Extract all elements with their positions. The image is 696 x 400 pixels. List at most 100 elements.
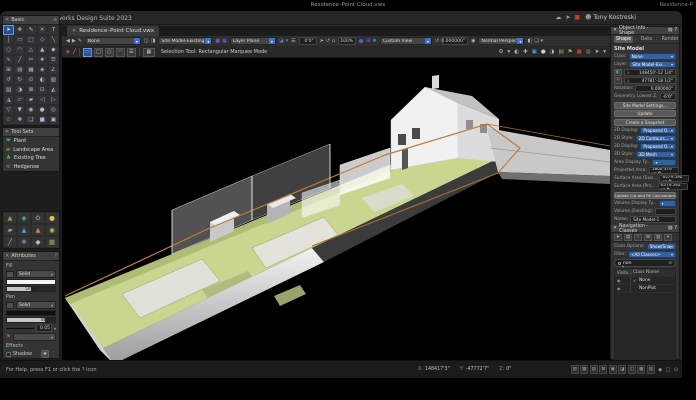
basic-tool[interactable]: ▱ bbox=[14, 95, 25, 105]
status-mode-icon[interactable]: □ bbox=[666, 367, 671, 373]
viewbar-more-icon[interactable]: ▾ bbox=[541, 38, 544, 44]
basic-tool[interactable]: ▨ bbox=[3, 85, 14, 95]
basic-tool[interactable]: ◮ bbox=[3, 95, 14, 105]
basic-tool[interactable]: ◑ bbox=[14, 85, 25, 95]
class-filter-select[interactable]: <All Classes>▾ bbox=[628, 251, 676, 258]
render-settings-icon[interactable]: ⚙ bbox=[499, 49, 504, 55]
record-badge-icon[interactable]: ■ bbox=[574, 14, 580, 21]
saved-view-select[interactable]: None▾ bbox=[85, 37, 141, 45]
nav-layers-icon[interactable]: ▤ bbox=[624, 234, 632, 241]
basic-tool[interactable]: ◈ bbox=[37, 65, 48, 75]
help-icon[interactable]: ? bbox=[55, 254, 57, 259]
render-caret-icon[interactable]: ▾ bbox=[507, 49, 510, 55]
update-cut-fill-button[interactable]: Update Cut and Fill Calculations bbox=[614, 192, 676, 199]
basic-tool[interactable]: ✕ bbox=[37, 25, 48, 35]
multi-view-icon[interactable]: ❏ bbox=[534, 38, 538, 44]
basic-tool[interactable]: │ bbox=[3, 35, 14, 45]
view-options-icon[interactable]: ◨ bbox=[151, 38, 156, 44]
basic-tool[interactable]: ▰ bbox=[25, 95, 36, 105]
tab-shape[interactable]: Shape bbox=[614, 36, 633, 43]
basic-tool[interactable]: ○ bbox=[3, 45, 14, 55]
shadow-toggle-icon[interactable]: ◐ bbox=[514, 49, 519, 55]
pen-swatch[interactable] bbox=[6, 302, 14, 309]
basic-tool[interactable]: ⊡ bbox=[37, 85, 48, 95]
basic-tool[interactable]: ↺ bbox=[3, 75, 14, 85]
basic-tool[interactable]: ◇ bbox=[37, 35, 48, 45]
interactive-scale-icon[interactable]: ◈ bbox=[66, 49, 70, 55]
visibility-icon[interactable]: ◉ bbox=[617, 278, 621, 283]
zoom-toggle[interactable] bbox=[359, 39, 363, 43]
circle-marquee-mode[interactable]: ○ bbox=[105, 48, 114, 57]
current-view-select[interactable]: Custom View▾ bbox=[380, 37, 432, 45]
oip-select[interactable]: ▾ bbox=[652, 159, 676, 166]
status-tool-icon[interactable]: ▧ bbox=[571, 365, 579, 374]
basic-tool[interactable]: ⊞ bbox=[3, 65, 14, 75]
landscape-tool[interactable]: ✿ bbox=[31, 212, 45, 224]
help-icon[interactable]: ? bbox=[674, 28, 677, 33]
more-modes-icon[interactable]: ▾ bbox=[603, 49, 606, 55]
square-marquee-mode[interactable]: □ bbox=[94, 48, 103, 57]
camera-icon[interactable]: ◎ bbox=[586, 49, 591, 55]
landscape-tool[interactable]: ▲ bbox=[31, 224, 45, 236]
help-icon[interactable]: ? bbox=[674, 226, 677, 231]
status-tool-icon[interactable]: ◪ bbox=[618, 365, 626, 374]
oip-select[interactable]: 3D Mesh▾ bbox=[636, 151, 676, 158]
walkthrough-icon[interactable]: ➤ bbox=[595, 49, 600, 55]
fill-swatch[interactable] bbox=[6, 271, 14, 278]
attributes-header[interactable]: ✕Attributes? bbox=[3, 252, 59, 261]
rectangular-marquee-mode[interactable]: ▭ bbox=[83, 48, 92, 57]
landscape-tool[interactable]: ● bbox=[45, 212, 59, 224]
site-model-settings-button[interactable]: Site Model Settings... bbox=[614, 102, 676, 109]
basic-tool[interactable]: ☰ bbox=[48, 55, 59, 65]
object-info-header[interactable]: ✕Object Info - Shape▤? bbox=[611, 27, 679, 35]
scale-menu-icon[interactable]: ☰ bbox=[291, 38, 295, 44]
basic-palette-header[interactable]: ✕Basic≡ bbox=[3, 16, 59, 25]
basic-tool[interactable]: ◐ bbox=[37, 75, 48, 85]
updatebutton[interactable]: Update bbox=[614, 110, 676, 117]
nav-grid-icon[interactable]: ⊞ bbox=[644, 234, 652, 241]
close-icon[interactable]: ✕ bbox=[613, 226, 617, 231]
clip-cube-icon[interactable]: ◧ bbox=[527, 38, 532, 44]
basic-tool[interactable]: ● bbox=[37, 105, 48, 115]
status-mode-icon[interactable]: ⊙ bbox=[674, 367, 678, 373]
class-options-select[interactable]: Show/Snap/Modify O...▾ bbox=[647, 243, 676, 250]
tool-sets-header[interactable]: ✕Tool Sets bbox=[3, 128, 59, 137]
layer-nav-icon[interactable]: ▦ bbox=[222, 38, 227, 44]
active-layer-select[interactable]: Site Model-Existing▾ bbox=[158, 37, 212, 45]
panel-menu-icon[interactable]: ▤ bbox=[668, 28, 673, 33]
close-icon[interactable]: ✕ bbox=[5, 253, 9, 259]
class-search-field[interactable]: non ⊗ bbox=[614, 259, 676, 267]
basic-tool[interactable]: T bbox=[48, 25, 59, 35]
basic-tool[interactable]: ╲ bbox=[48, 35, 59, 45]
close-icon[interactable]: ✕ bbox=[613, 28, 617, 33]
basic-tool[interactable]: ◆ bbox=[48, 45, 59, 55]
oip-select[interactable]: Proposed O...▾ bbox=[640, 143, 676, 150]
tab-render[interactable]: Render bbox=[660, 37, 681, 42]
basic-tool[interactable]: ✎ bbox=[25, 25, 36, 35]
fill-style-select[interactable]: Solid▾ bbox=[16, 270, 56, 278]
user-account[interactable]: ☻Tony Kostreski bbox=[585, 14, 636, 21]
class-row[interactable]: ◉ ✓None bbox=[615, 277, 675, 285]
landscape-tool[interactable]: ╱ bbox=[3, 236, 17, 248]
close-icon[interactable]: ✕ bbox=[5, 17, 9, 23]
chevron-down-icon[interactable]: ▾ bbox=[54, 326, 56, 331]
working-plane-select[interactable]: Layer Plane▾ bbox=[230, 37, 276, 45]
oip-layer-select[interactable]: Site Model-Exi...▾ bbox=[629, 61, 676, 68]
navigation-header[interactable]: ✕Navigation - Classes▤? bbox=[611, 225, 679, 233]
flyover-icon[interactable]: ➤ bbox=[320, 38, 324, 44]
basic-tool[interactable]: ☆ bbox=[3, 115, 14, 125]
xy-axis-icon[interactable]: ◧ bbox=[614, 69, 622, 76]
visibility-icon[interactable]: ◉ bbox=[617, 286, 621, 291]
collapse-icon[interactable]: ✕ bbox=[5, 129, 9, 135]
class-nav-icon[interactable]: ▦ bbox=[215, 38, 220, 44]
stake-icon[interactable]: ⚑ bbox=[568, 49, 573, 55]
basic-tool[interactable]: △ bbox=[25, 45, 36, 55]
status-tool-icon[interactable]: ⊠ bbox=[599, 365, 607, 374]
pen-style-select[interactable]: Solid▾ bbox=[16, 301, 56, 309]
render-style-icon[interactable]: ● bbox=[541, 49, 546, 55]
lowest-z-value[interactable]: -6'0" bbox=[660, 93, 676, 100]
plane-caret-icon[interactable]: ▾ bbox=[286, 38, 289, 44]
basic-tool[interactable]: ■ bbox=[37, 115, 48, 125]
basic-tool[interactable]: ↻ bbox=[14, 75, 25, 85]
view-rotation-value[interactable]: 0.000000° bbox=[442, 37, 468, 45]
